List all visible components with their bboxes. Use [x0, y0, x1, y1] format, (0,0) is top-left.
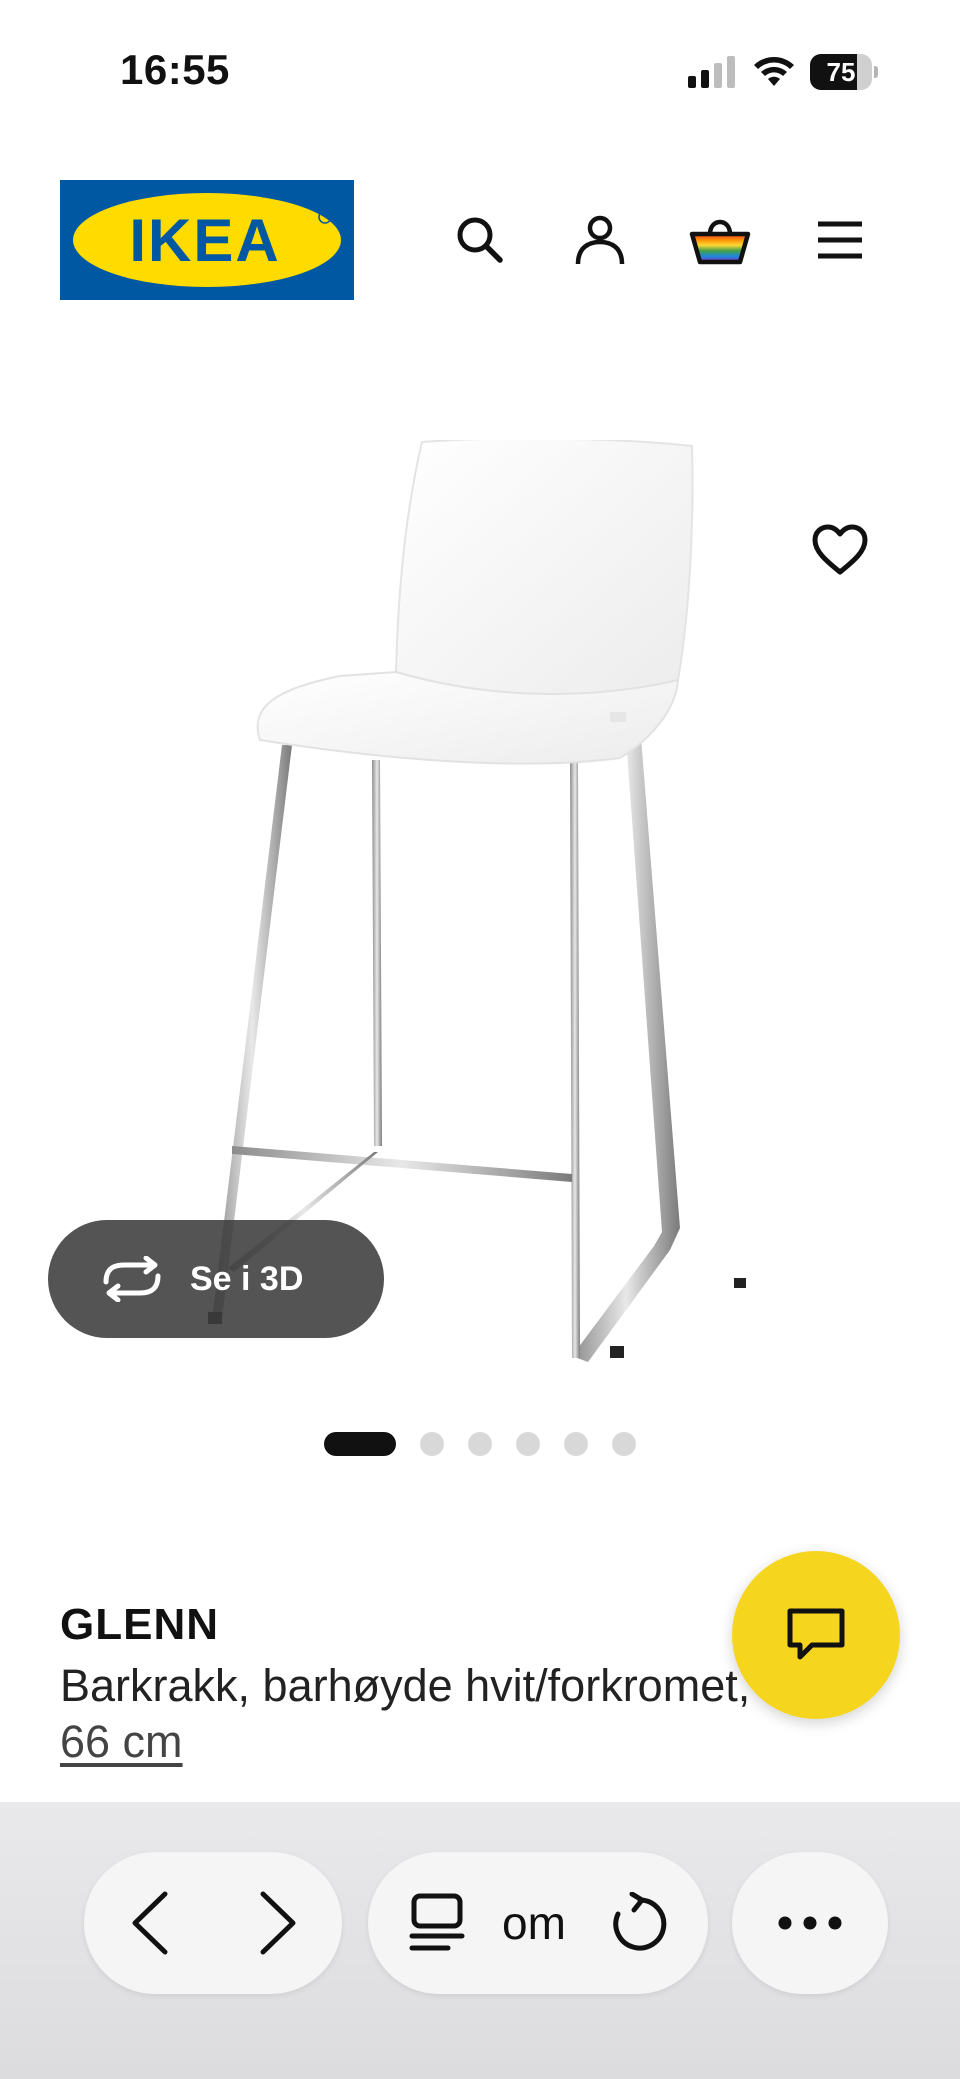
browser-toolbar: om [0, 1802, 960, 2079]
forward-button[interactable] [244, 1888, 314, 1958]
heart-icon [812, 524, 868, 575]
more-dots-icon [778, 1916, 842, 1930]
profile-button[interactable] [560, 200, 640, 280]
profile-icon [575, 215, 625, 265]
battery-indicator: 75 [810, 54, 878, 90]
chevron-left-icon [132, 1891, 168, 1955]
logo-text: IKEA [129, 207, 280, 274]
more-options-button[interactable] [775, 1888, 845, 1958]
reader-view-icon [409, 1893, 465, 1951]
product-size-link[interactable]: 66 cm [60, 1716, 183, 1768]
reader-view-button[interactable] [402, 1888, 472, 1958]
search-icon [457, 217, 503, 263]
site-header: IKEA [0, 170, 960, 310]
back-button[interactable] [114, 1888, 184, 1958]
carousel-dot[interactable] [324, 1432, 396, 1456]
chevron-right-icon [260, 1891, 296, 1955]
search-button[interactable] [440, 200, 520, 280]
cart-icon [689, 219, 751, 265]
battery-level: 75 [826, 57, 856, 87]
address-text[interactable]: om [502, 1888, 566, 1958]
cart-button[interactable] [680, 200, 760, 280]
favourite-button[interactable] [800, 510, 880, 590]
reload-button[interactable] [602, 1888, 672, 1958]
carousel-dots [0, 1432, 960, 1458]
more-pill [732, 1852, 888, 1994]
wifi-icon [754, 57, 794, 86]
ikea-logo[interactable]: IKEA [60, 180, 354, 300]
product-gallery[interactable]: Se i 3D [0, 380, 960, 1400]
carousel-dot[interactable] [420, 1432, 444, 1456]
navigation-pill [84, 1852, 342, 1994]
rotate-3d-icon [103, 1256, 161, 1302]
carousel-dot[interactable] [516, 1432, 540, 1456]
carousel-dot[interactable] [564, 1432, 588, 1456]
address-pill[interactable]: om [368, 1852, 708, 1994]
status-bar: 16:55 75 [0, 0, 960, 140]
view-in-3d-label: Se i 3D [190, 1259, 304, 1298]
reload-icon [613, 1892, 667, 1951]
chat-button[interactable] [732, 1551, 900, 1719]
menu-icon [818, 221, 862, 259]
view-in-3d-button[interactable]: Se i 3D [48, 1220, 384, 1338]
cellular-signal-icon [688, 56, 735, 88]
chat-bubble-icon [787, 1608, 845, 1660]
carousel-dot[interactable] [468, 1432, 492, 1456]
carousel-dot[interactable] [612, 1432, 636, 1456]
status-time: 16:55 [120, 46, 230, 93]
menu-button[interactable] [800, 200, 880, 280]
